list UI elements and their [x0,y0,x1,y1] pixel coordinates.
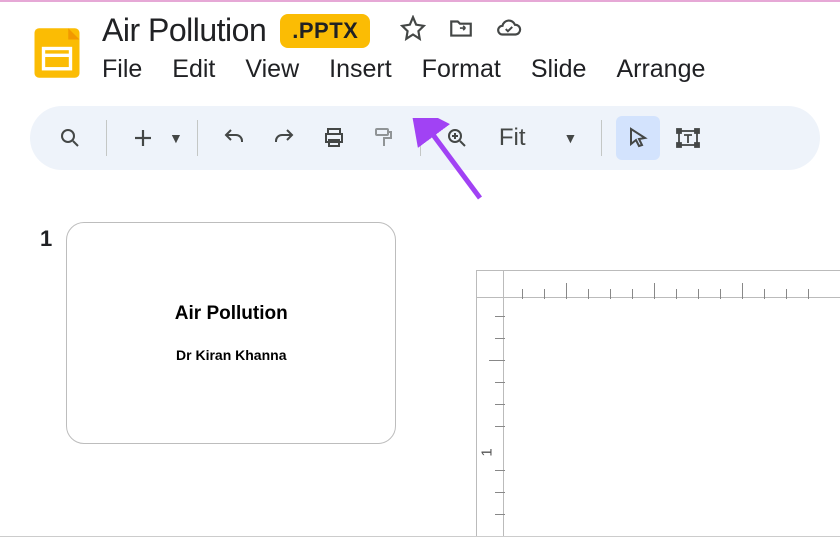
move-folder-icon[interactable] [448,15,474,46]
search-button[interactable] [48,116,92,160]
zoom-select[interactable]: Fit ▼ [485,124,588,152]
menu-slide[interactable]: Slide [531,55,587,84]
star-icon[interactable] [400,15,426,46]
separator [420,120,421,156]
thumbnail-title: Air Pollution [175,303,288,325]
menu-format[interactable]: Format [422,55,501,84]
new-slide-button[interactable]: ▼ [121,116,183,160]
zoom-in-button[interactable] [435,116,479,160]
dropdown-caret-icon[interactable]: ▼ [169,130,183,146]
undo-button[interactable] [212,116,256,160]
document-title[interactable]: Air Pollution [102,12,266,49]
title-area: Air Pollution .PPTX File Edit View Inser… [102,12,822,84]
menu-bar: File Edit View Insert Format Slide Arran… [102,55,822,84]
title-row: Air Pollution .PPTX [102,12,822,49]
header-bar: Air Pollution .PPTX File Edit View Inser… [0,2,840,84]
slide-thumbnail[interactable]: Air Pollution Dr Kiran Khanna [66,222,396,444]
ruler-area: 1 [462,270,840,536]
file-type-badge: .PPTX [280,14,370,48]
thumbnail-author: Dr Kiran Khanna [176,347,286,363]
text-box-button[interactable] [666,116,710,160]
ruler-corner [476,270,504,298]
toolbar: ▼ Fit ▼ [30,106,820,170]
app-logo [30,26,84,80]
dropdown-caret-icon: ▼ [564,130,578,146]
zoom-label: Fit [499,124,526,152]
redo-button[interactable] [262,116,306,160]
separator [106,120,107,156]
menu-arrange[interactable]: Arrange [616,55,705,84]
menu-view[interactable]: View [245,55,299,84]
menu-file[interactable]: File [102,55,142,84]
select-tool-button[interactable] [616,116,660,160]
slide-number: 1 [40,226,52,444]
cloud-saved-icon[interactable] [496,15,522,46]
separator [601,120,602,156]
title-icons [400,15,522,46]
vertical-ruler[interactable]: 1 [476,298,504,536]
paint-format-button[interactable] [362,116,406,160]
ruler-label: 1 [479,448,496,456]
menu-insert[interactable]: Insert [329,55,392,84]
print-button[interactable] [312,116,356,160]
separator [197,120,198,156]
horizontal-ruler[interactable] [504,270,840,298]
menu-edit[interactable]: Edit [172,55,215,84]
